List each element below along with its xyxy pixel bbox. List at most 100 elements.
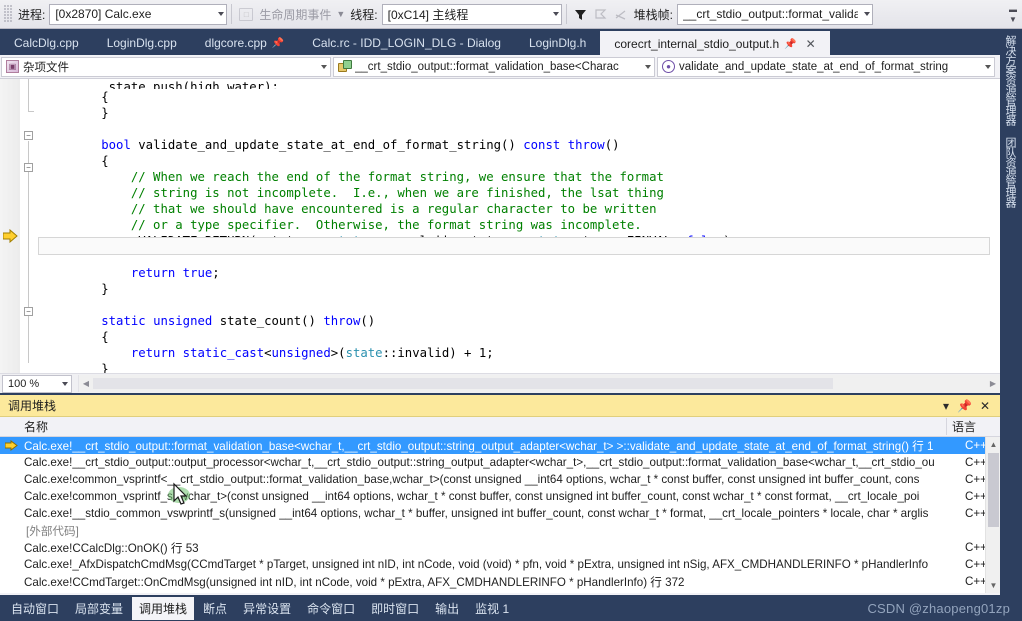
member-combo[interactable]: ● validate_and_update_state_at_end_of_fo… (657, 56, 995, 77)
code-token: unsigned (271, 346, 331, 360)
lifecycle-chevron-down-icon[interactable]: ▼ (334, 9, 347, 19)
chevron-down-icon[interactable]: ▾ (943, 399, 949, 413)
code-token: state_count() (212, 314, 324, 328)
chevron-down-icon (218, 12, 225, 16)
code-line: return static_cast<unsigned>(state::inva… (38, 345, 1000, 361)
debug-tab-输出[interactable]: 输出 (428, 597, 466, 620)
editor-tab-label: dlgcore.cpp (204, 36, 267, 50)
chevron-down-icon (863, 12, 870, 16)
class-combo-value: __crt_stdio_output::format_validation_ba… (355, 60, 619, 73)
lifecycle-events-icon[interactable]: □ (237, 5, 255, 23)
code-token: state (345, 346, 383, 360)
debug-tab-断点[interactable]: 断点 (196, 597, 234, 620)
toolbar-overflow-icon[interactable]: ▬ ▼ (1006, 5, 1020, 24)
current-frame-arrow-icon (0, 440, 22, 451)
dock-tab-team-explorer[interactable]: 团队资源管理器 (1000, 131, 1020, 213)
code-line: bool validate_and_update_state_at_end_of… (38, 137, 1000, 153)
debug-tab-异常设置[interactable]: 异常设置 (236, 597, 298, 620)
code-token: { (101, 90, 109, 104)
stack-frame-combo[interactable]: __crt_stdio_output::format_validation_b (676, 3, 873, 25)
zoom-level-combo[interactable]: 100 % (2, 374, 72, 393)
close-icon[interactable]: ✕ (806, 37, 816, 51)
debug-tab-命令窗口[interactable]: 命令窗口 (300, 597, 362, 620)
process-combo[interactable]: [0x2870] Calc.exe (49, 3, 228, 25)
toolbar-separator (231, 4, 233, 24)
call-stack-frame-name: Calc.exe!__crt_stdio_output::output_proc… (24, 456, 935, 469)
code-token: static (101, 314, 146, 328)
call-stack-row[interactable]: Calc.exe!CCalcDlg::OnOK() 行 53 C++ (0, 539, 1000, 556)
close-icon[interactable]: ✕ (980, 399, 990, 413)
funnel-icon[interactable] (572, 5, 590, 23)
call-stack-vertical-scrollbar[interactable]: ▲ ▼ (985, 437, 1000, 593)
dock-tab-solution-explorer[interactable]: 解决方案资源管理器 (1000, 29, 1020, 131)
call-stack-row[interactable]: [外部代码] (0, 522, 1000, 539)
watermark-text: CSDN @zhaopeng01zp (867, 600, 1010, 616)
thread-combo[interactable]: [0xC14] 主线程 (381, 3, 562, 25)
visual-studio-window: 进程: [0x2870] Calc.exe □ 生命周期事件 ▼ 线程: [0x… (0, 0, 1022, 621)
code-line: // that we should have encountered is a … (38, 201, 1000, 217)
flag-icon[interactable] (592, 5, 610, 23)
call-stack-row[interactable]: Calc.exe!_AfxDispatchCmdMsg(CCmdTarget *… (0, 556, 1000, 573)
call-stack-column-headers: 名称 语言 (0, 417, 1000, 437)
fold-toggle-icon[interactable]: − (24, 131, 33, 140)
call-stack-scroll-thumb[interactable] (988, 453, 999, 527)
toolbar-separator (565, 4, 567, 24)
fold-toggle-icon[interactable]: − (24, 163, 33, 172)
column-header-name[interactable]: 名称 (0, 418, 946, 435)
editor-tab-calc-rc-dialog[interactable]: Calc.rc - IDD_LOGIN_DLG - Dialog (298, 31, 515, 55)
editor-tab-logindlg-cpp[interactable]: LoginDlg.cpp (92, 31, 191, 55)
scroll-up-icon[interactable]: ▲ (986, 437, 1000, 452)
debug-tab-自动窗口[interactable]: 自动窗口 (4, 597, 66, 620)
call-stack-row[interactable]: Calc.exe!common_vsprintf<__crt_stdio_out… (0, 471, 1000, 488)
editor-tab-dlgcore-cpp[interactable]: dlgcore.cpp 📌 (190, 31, 299, 55)
debug-tab-调用堆栈[interactable]: 调用堆栈 (132, 596, 195, 620)
call-stack-external-code-row: [外部代码] (26, 524, 79, 538)
call-stack-row[interactable]: Calc.exe!CCmdTarget::OnCmdMsg(unsigned i… (0, 573, 1000, 590)
fold-toggle-icon[interactable]: − (24, 307, 33, 316)
zoom-level-value: 100 % (8, 377, 40, 390)
code-editor[interactable]: − − − _state.push(high_water); { } bool … (0, 79, 1000, 373)
code-token: return (130, 346, 176, 360)
debug-tab-即时窗口[interactable]: 即时窗口 (364, 597, 426, 620)
editor-tab-corecrt-internal-stdio-output-h[interactable]: corecrt_internal_stdio_output.h 📌 ✕ (600, 31, 830, 55)
method-icon: ● (662, 60, 675, 73)
code-token: true (182, 266, 213, 280)
pin-icon[interactable]: 📌 (957, 399, 972, 413)
scroll-down-icon[interactable]: ▼ (986, 578, 1000, 593)
call-stack-rows[interactable]: Calc.exe!__crt_stdio_output::format_vali… (0, 437, 1000, 593)
call-stack-row[interactable]: Calc.exe!common_vsprintf_s<wchar_t>(cons… (0, 488, 1000, 505)
no-cross-icon[interactable] (612, 5, 630, 23)
column-header-language[interactable]: 语言 (946, 418, 1000, 435)
scroll-left-icon[interactable]: ◀ (79, 375, 93, 392)
code-text-area[interactable]: _state.push(high_water); { } bool valida… (38, 79, 1000, 373)
project-combo[interactable]: ▣ 杂项文件 (1, 56, 331, 77)
process-combo-value: [0x2870] Calc.exe (55, 7, 152, 21)
toolbar-grip[interactable] (4, 5, 12, 23)
editor-horizontal-scrollbar[interactable]: ◀ ▶ (78, 375, 1000, 392)
code-token: () (360, 314, 376, 328)
code-line: // string is not incomplete. I.e., when … (38, 185, 1000, 201)
code-line: } (38, 361, 1000, 373)
debug-tab-局部变量[interactable]: 局部变量 (68, 597, 130, 620)
pin-icon[interactable]: 📌 (784, 39, 796, 50)
editor-breakpoint-gutter[interactable] (0, 79, 20, 373)
debug-tab-监视 1[interactable]: 监视 1 (468, 597, 516, 620)
class-combo[interactable]: __crt_stdio_output::format_validation_ba… (333, 56, 655, 77)
code-token: } (101, 362, 109, 373)
thread-label: 线程: (350, 7, 378, 22)
editor-fold-gutter[interactable]: − − − (20, 79, 38, 373)
call-stack-row[interactable]: Calc.exe!__crt_stdio_output::format_vali… (0, 437, 1000, 454)
breakpoint-band (0, 79, 20, 373)
editor-tab-logindlg-h[interactable]: LoginDlg.h (514, 31, 601, 55)
call-stack-row[interactable]: Calc.exe!__crt_stdio_output::output_proc… (0, 454, 1000, 471)
editor-tab-calcdlg-cpp[interactable]: CalcDlg.cpp (0, 31, 93, 55)
scroll-right-icon[interactable]: ▶ (986, 375, 1000, 392)
call-stack-row[interactable]: Calc.exe!__stdio_common_vswprintf_s(unsi… (0, 505, 1000, 522)
editor-hscroll-thumb[interactable] (93, 378, 833, 389)
editor-tab-strip: CalcDlg.cpp LoginDlg.cpp dlgcore.cpp 📌 C… (0, 29, 1022, 55)
project-combo-value: 杂项文件 (23, 61, 69, 74)
pin-icon[interactable]: 📌 (272, 38, 284, 49)
call-stack-frame-name: Calc.exe!common_vsprintf<__crt_stdio_out… (24, 473, 920, 486)
